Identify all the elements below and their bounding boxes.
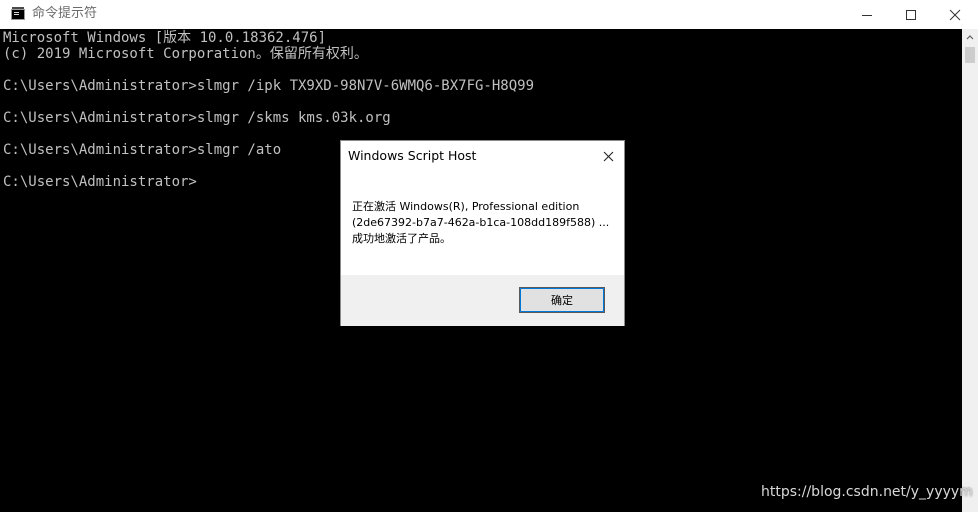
minimize-button[interactable] <box>844 0 890 29</box>
ok-button[interactable]: 确定 <box>519 287 605 313</box>
maximize-icon <box>906 9 916 20</box>
title-bar[interactable]: 命令提示符 <box>0 0 978 29</box>
scroll-up-button[interactable] <box>962 29 978 45</box>
minimize-icon <box>862 14 872 16</box>
close-icon <box>949 9 961 20</box>
command-prompt-window: 命令提示符 Microsoft Windows [版本 10.0.18362.4… <box>0 0 978 512</box>
scroll-thumb[interactable] <box>965 47 975 63</box>
maximize-button[interactable] <box>888 0 934 29</box>
console-line: Microsoft Windows [版本 10.0.18362.476] <box>3 30 327 46</box>
console-line: C:\Users\Administrator>slmgr /skms kms.0… <box>3 110 391 126</box>
console-line: C:\Users\Administrator>slmgr /ato <box>3 142 282 158</box>
dialog-message: 正在激活 Windows(R), Professional edition (2… <box>352 199 617 247</box>
window-title: 命令提示符 <box>32 6 98 21</box>
cmd-console-icon <box>11 7 25 20</box>
dialog-close-button[interactable] <box>598 147 618 165</box>
watermark: https://blog.csdn.net/y_yyyym <box>761 484 973 500</box>
chevron-up-icon <box>966 35 974 40</box>
dialog-footer: 确定 <box>341 275 624 326</box>
console-line: C:\Users\Administrator>slmgr /ipk TX9XD-… <box>3 78 535 94</box>
dialog-title: Windows Script Host <box>348 148 477 163</box>
console-line: (c) 2019 Microsoft Corporation。保留所有权利。 <box>3 46 368 62</box>
dialog-message-line: (2de67392-b7a7-462a-b1ca-108dd189f588) .… <box>352 216 610 229</box>
dialog-message-line: 成功地激活了产品。 <box>352 232 451 245</box>
vertical-scrollbar[interactable] <box>962 29 978 512</box>
dialog-message-line: 正在激活 Windows(R), Professional edition <box>352 200 580 213</box>
script-host-dialog: Windows Script Host 正在激活 Windows(R), Pro… <box>340 140 625 326</box>
close-button[interactable] <box>932 0 978 29</box>
console-prompt-line: C:\Users\Administrator> <box>3 174 197 190</box>
close-icon <box>603 151 613 161</box>
